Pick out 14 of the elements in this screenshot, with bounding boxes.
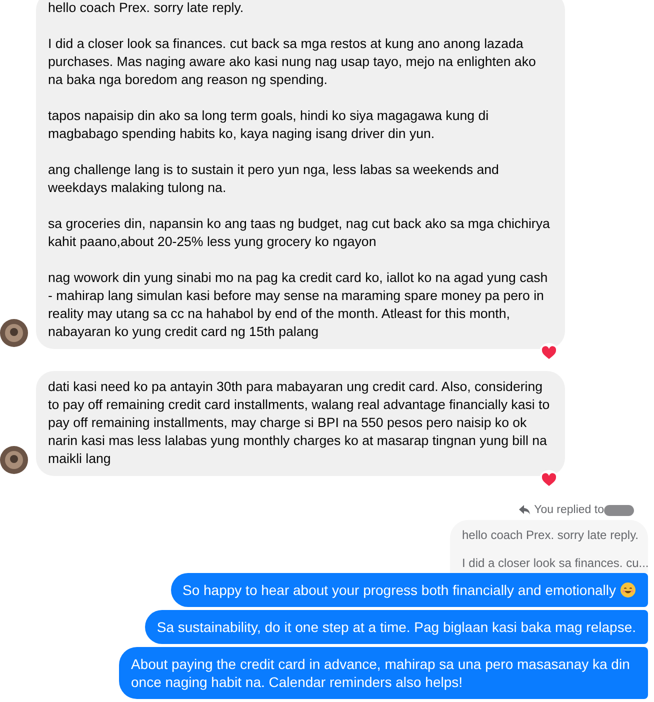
message-paragraph: ang challenge lang is to sustain it pero yun nga, less labas sa weekends and weekdays malaking tulong na. — [48, 161, 500, 197]
replied-to-label: You replied to — [534, 504, 604, 516]
message-paragraph: dati kasi need ko pa antayin 30th para mabayaran ung credit card. Also, considering to pay off remaining credit card installments, walang real advantage financially kasi to pay off remaining installments, may charge si BPI na 550 pesos pero naisip ko ok narin kasi mas less lalabas yung monthly charges ko at masarap tingnan yung bill na maikli lang — [48, 378, 551, 468]
sent-message-bubble: Sa sustainability, do it one step at a time. Pag biglaan kasi baka mag relapse. — [144, 610, 648, 644]
message-paragraph: hello coach Prex. sorry late reply. — [48, 0, 245, 17]
quoted-message[interactable]: hello coach Prex. sorry late reply. I did a closer look sa finances. cu... — [450, 520, 648, 573]
sent-message-bubble: About paying the credit card in advance, mahirap sa una pero masasanay ka din once naging habit na. Calendar reminders also helps! — [119, 647, 648, 699]
message-paragraph: sa groceries din, napansin ko ang taas ng budget, nag cut back ako sa mga chichirya kahit paano,about 20-25% less yung grocery ko ngayon — [48, 215, 551, 251]
message-paragraph: tapos napaisip din ako sa long term goals, hindi ko siya magagawa kung di magbabago spending habits ko, kaya naging isang driver din yun. — [48, 107, 490, 143]
message-paragraph: I did a closer look sa finances. cut back sa mga restos at kung ano anong lazada purchases. Mas naging aware ako kasi nung nag usap tayo, mejo na enlighten ako na baka nga boredom ang reason ng spending. — [48, 35, 537, 89]
redacted-name — [604, 504, 634, 516]
reply-icon — [519, 505, 530, 515]
message-paragraph: nag wowork din yung sinabi mo na pag ka credit card ko, iallot ko na agad yung cash - mahirap lang simulan kasi before may sense na maraming spare money pa pero in reality may utang sa cc na hahabol by end of the month. Atleast for this month, nabayaran ko yung credit card ng 15th palang — [48, 269, 549, 341]
sent-message-bubble: So happy to hear about your progress both financially and emotionally — [170, 573, 648, 607]
